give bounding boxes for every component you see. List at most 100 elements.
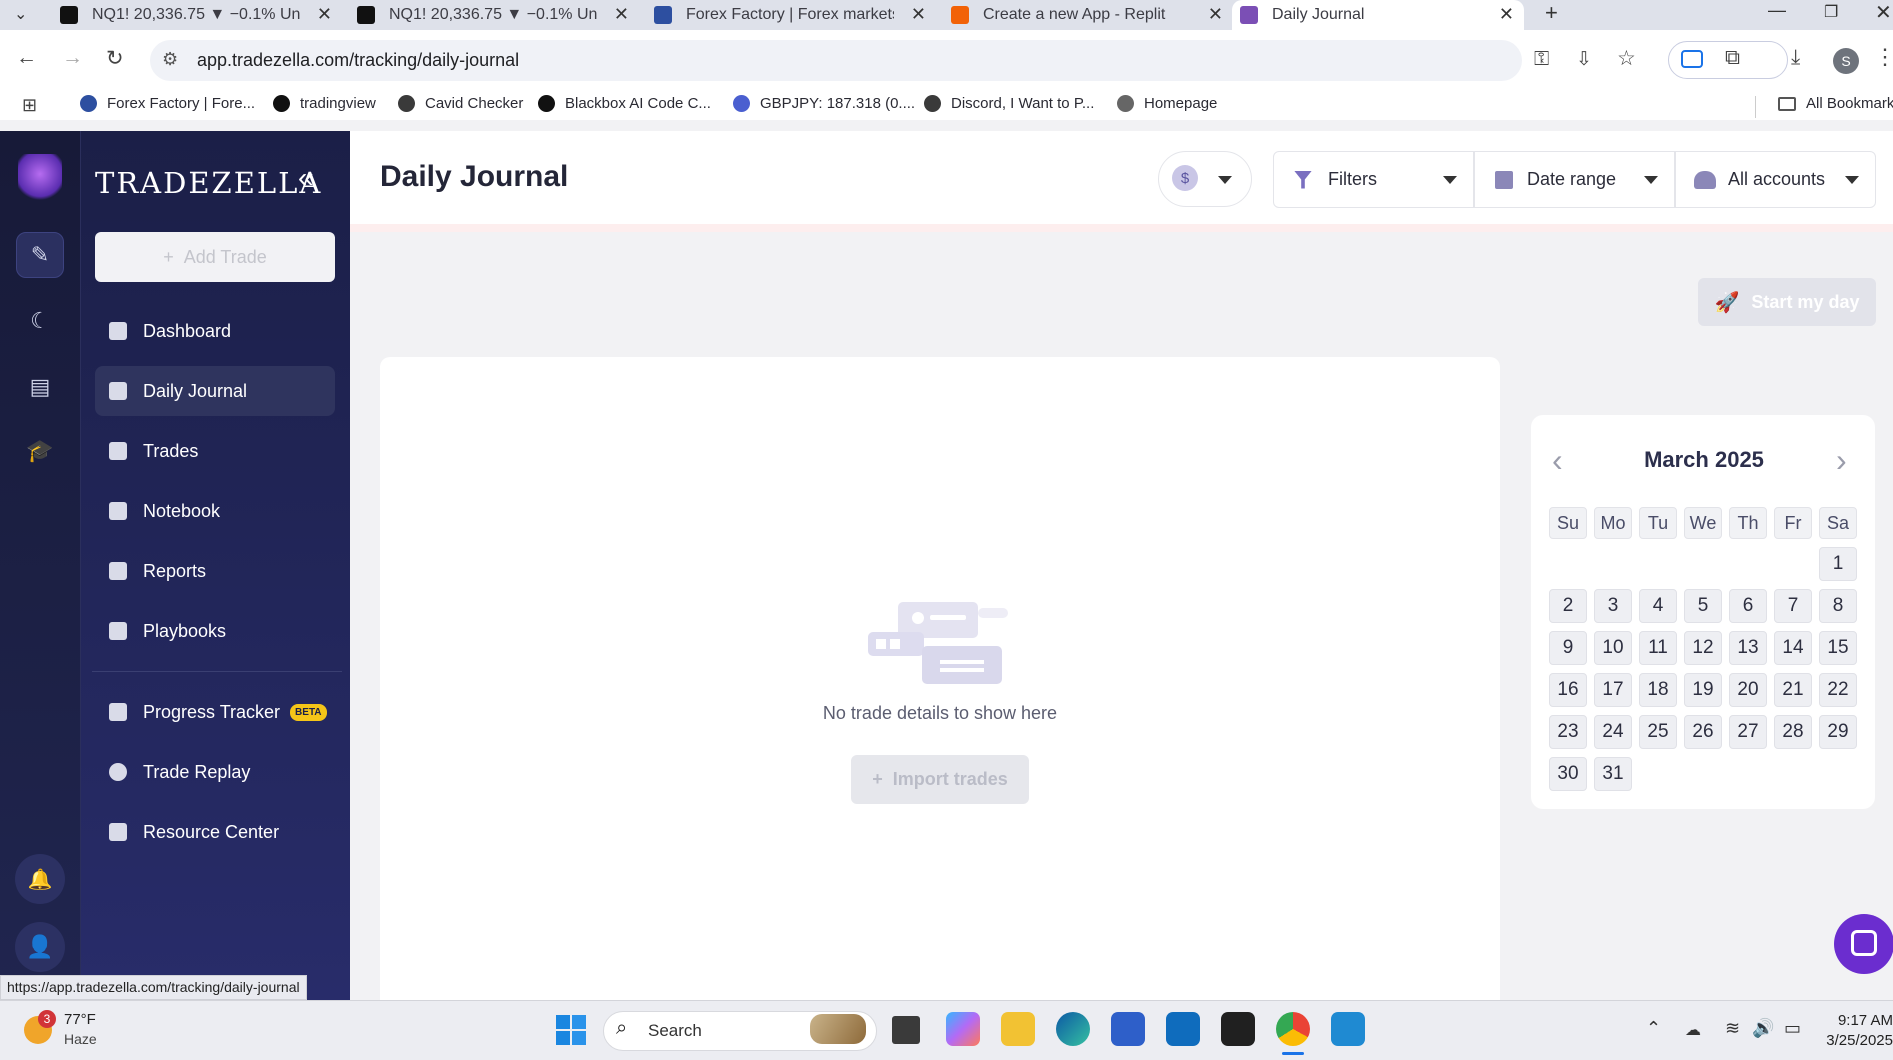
calendar-day[interactable]: 28 <box>1774 715 1812 749</box>
copilot-icon[interactable] <box>946 1012 980 1046</box>
bookmark-item[interactable]: Forex Factory | Fore... <box>80 95 255 112</box>
nav-item-playbooks[interactable]: Playbooks <box>95 606 335 656</box>
academy-cap-icon[interactable]: 🎓 <box>16 428 64 474</box>
weather-condition[interactable]: Haze <box>64 1031 97 1047</box>
calendar-day[interactable]: 12 <box>1684 631 1722 665</box>
calendar-day[interactable]: 3 <box>1594 589 1632 623</box>
calendar-day[interactable]: 5 <box>1684 589 1722 623</box>
browser-tab[interactable]: NQ1! 20,336.75 ▼ −0.1% Unna ✕ <box>52 0 342 30</box>
screen-capture-icon[interactable] <box>1681 50 1703 68</box>
battery-icon[interactable]: ▭ <box>1784 1018 1801 1039</box>
bookmark-star-icon[interactable]: ☆ <box>1617 46 1636 71</box>
calendar-day[interactable]: 14 <box>1774 631 1812 665</box>
tab-close-icon[interactable]: ✕ <box>911 4 926 25</box>
extensions-puzzle-icon[interactable]: ⧉ <box>1725 46 1740 70</box>
menu-kebab-icon[interactable]: ⋮ <box>1874 44 1893 70</box>
tray-chevron-icon[interactable]: ⌃ <box>1646 1018 1661 1039</box>
calendar-day[interactable]: 13 <box>1729 631 1767 665</box>
nav-item-reports[interactable]: Reports <box>95 546 335 596</box>
bookmark-item[interactable]: GBPJPY: 187.318 (0.... <box>733 95 915 112</box>
nav-item-trade-replay[interactable]: Trade Replay <box>95 747 335 797</box>
browser-tab[interactable]: Daily Journal ✕ <box>1232 0 1524 30</box>
bookmark-item[interactable]: Cavid Checker <box>398 95 523 112</box>
moon-icon[interactable]: ☾ <box>16 298 64 344</box>
store-icon[interactable] <box>1111 1012 1145 1046</box>
calendar-day[interactable]: 17 <box>1594 673 1632 707</box>
browser-tab[interactable]: NQ1! 20,336.75 ▼ −0.1% Unna ✕ <box>349 0 639 30</box>
next-month-icon[interactable]: › <box>1836 442 1847 479</box>
nav-item-trades[interactable]: Trades <box>95 426 335 476</box>
prev-month-icon[interactable]: ‹ <box>1552 442 1563 479</box>
calendar-day[interactable]: 10 <box>1594 631 1632 665</box>
start-my-day-button[interactable]: 🚀 Start my day <box>1698 278 1876 326</box>
calendar-day[interactable]: 4 <box>1639 589 1677 623</box>
url-text[interactable]: app.tradezella.com/tracking/daily-journa… <box>197 50 519 71</box>
calendar-day[interactable]: 16 <box>1549 673 1587 707</box>
calendar-day[interactable]: 15 <box>1819 631 1857 665</box>
clock-date[interactable]: 3/25/2025 <box>1822 1032 1893 1049</box>
file-explorer-icon[interactable] <box>1001 1012 1035 1046</box>
task-view-icon[interactable] <box>892 1016 920 1044</box>
volume-icon[interactable]: 🔊 <box>1752 1018 1774 1039</box>
clock-time[interactable]: 9:17 AM <box>1822 1012 1893 1029</box>
forward-icon[interactable]: → <box>62 46 83 70</box>
nav-item-progress-tracker[interactable]: Progress Tracker BETA <box>95 687 335 737</box>
calendar-day[interactable]: 8 <box>1819 589 1857 623</box>
calendar-day[interactable]: 26 <box>1684 715 1722 749</box>
calendar-day[interactable]: 24 <box>1594 715 1632 749</box>
new-tab-button[interactable]: + <box>1545 0 1558 26</box>
calendar-day[interactable]: 18 <box>1639 673 1677 707</box>
notifications-bell-icon[interactable]: 🔔 <box>15 854 65 904</box>
journal-pen-icon[interactable]: ✎ <box>16 232 64 278</box>
apps-grid-icon[interactable]: ⊞ <box>22 95 37 116</box>
import-trades-button[interactable]: + Import trades <box>851 755 1029 804</box>
downloads-icon[interactable]: ⤓ <box>1791 46 1800 70</box>
restore-icon[interactable]: ❐ <box>1824 2 1838 22</box>
tab-search-chevron-icon[interactable]: ⌄ <box>14 4 27 24</box>
bookmark-item[interactable]: tradingview <box>273 95 376 112</box>
onedrive-icon[interactable]: ☁ <box>1685 1020 1701 1040</box>
minimize-icon[interactable]: — <box>1768 0 1786 21</box>
filters-dropdown[interactable]: Filters <box>1273 151 1474 208</box>
nav-item-dashboard[interactable]: Dashboard <box>95 306 335 356</box>
password-key-icon[interactable]: ⚿ <box>1534 48 1549 71</box>
reload-icon[interactable]: ↻ <box>106 46 124 71</box>
tab-close-icon[interactable]: ✕ <box>1208 4 1223 25</box>
date-range-dropdown[interactable]: Date range <box>1474 151 1675 208</box>
accounts-dropdown[interactable]: All accounts <box>1675 151 1876 208</box>
gallery-icon[interactable]: ▤ <box>16 364 64 410</box>
install-app-icon[interactable]: ⇩ <box>1576 48 1592 71</box>
edge-icon[interactable] <box>1056 1012 1090 1046</box>
nav-item-notebook[interactable]: Notebook <box>95 486 335 536</box>
tab-close-icon[interactable]: ✕ <box>1499 4 1514 25</box>
windows-start-icon[interactable] <box>556 1015 586 1045</box>
collapse-sidebar-icon[interactable]: « <box>298 162 314 194</box>
calendar-day[interactable]: 29 <box>1819 715 1857 749</box>
calendar-day[interactable]: 7 <box>1774 589 1812 623</box>
browser-tab[interactable]: Forex Factory | Forex markets fo✕ <box>646 0 936 30</box>
profile-avatar[interactable]: S <box>1833 48 1859 74</box>
nav-item-daily-journal[interactable]: Daily Journal <box>95 366 335 416</box>
calendar-day[interactable]: 25 <box>1639 715 1677 749</box>
outlook-icon[interactable] <box>1166 1012 1200 1046</box>
vscode-icon[interactable] <box>1331 1012 1365 1046</box>
calendar-day[interactable]: 27 <box>1729 715 1767 749</box>
browser-tab[interactable]: Create a new App - Replit ✕ <box>943 0 1233 30</box>
weather-temp[interactable]: 77°F <box>64 1011 96 1028</box>
tab-close-icon[interactable]: ✕ <box>614 4 629 25</box>
user-profile-icon[interactable]: 👤 <box>15 922 65 972</box>
calendar-day[interactable]: 9 <box>1549 631 1587 665</box>
calendar-day[interactable]: 19 <box>1684 673 1722 707</box>
calendar-day[interactable]: 2 <box>1549 589 1587 623</box>
bookmark-item[interactable]: Homepage <box>1117 95 1217 112</box>
calendar-day[interactable]: 22 <box>1819 673 1857 707</box>
calendar-day[interactable]: 31 <box>1594 757 1632 791</box>
terminal-icon[interactable] <box>1221 1012 1255 1046</box>
calendar-day[interactable]: 1 <box>1819 547 1857 581</box>
back-icon[interactable]: ← <box>16 46 37 70</box>
calendar-day[interactable]: 21 <box>1774 673 1812 707</box>
calendar-day[interactable]: 6 <box>1729 589 1767 623</box>
calendar-day[interactable]: 20 <box>1729 673 1767 707</box>
close-window-icon[interactable]: ✕ <box>1875 0 1892 25</box>
bookmark-item[interactable]: Discord, I Want to P... <box>924 95 1094 112</box>
